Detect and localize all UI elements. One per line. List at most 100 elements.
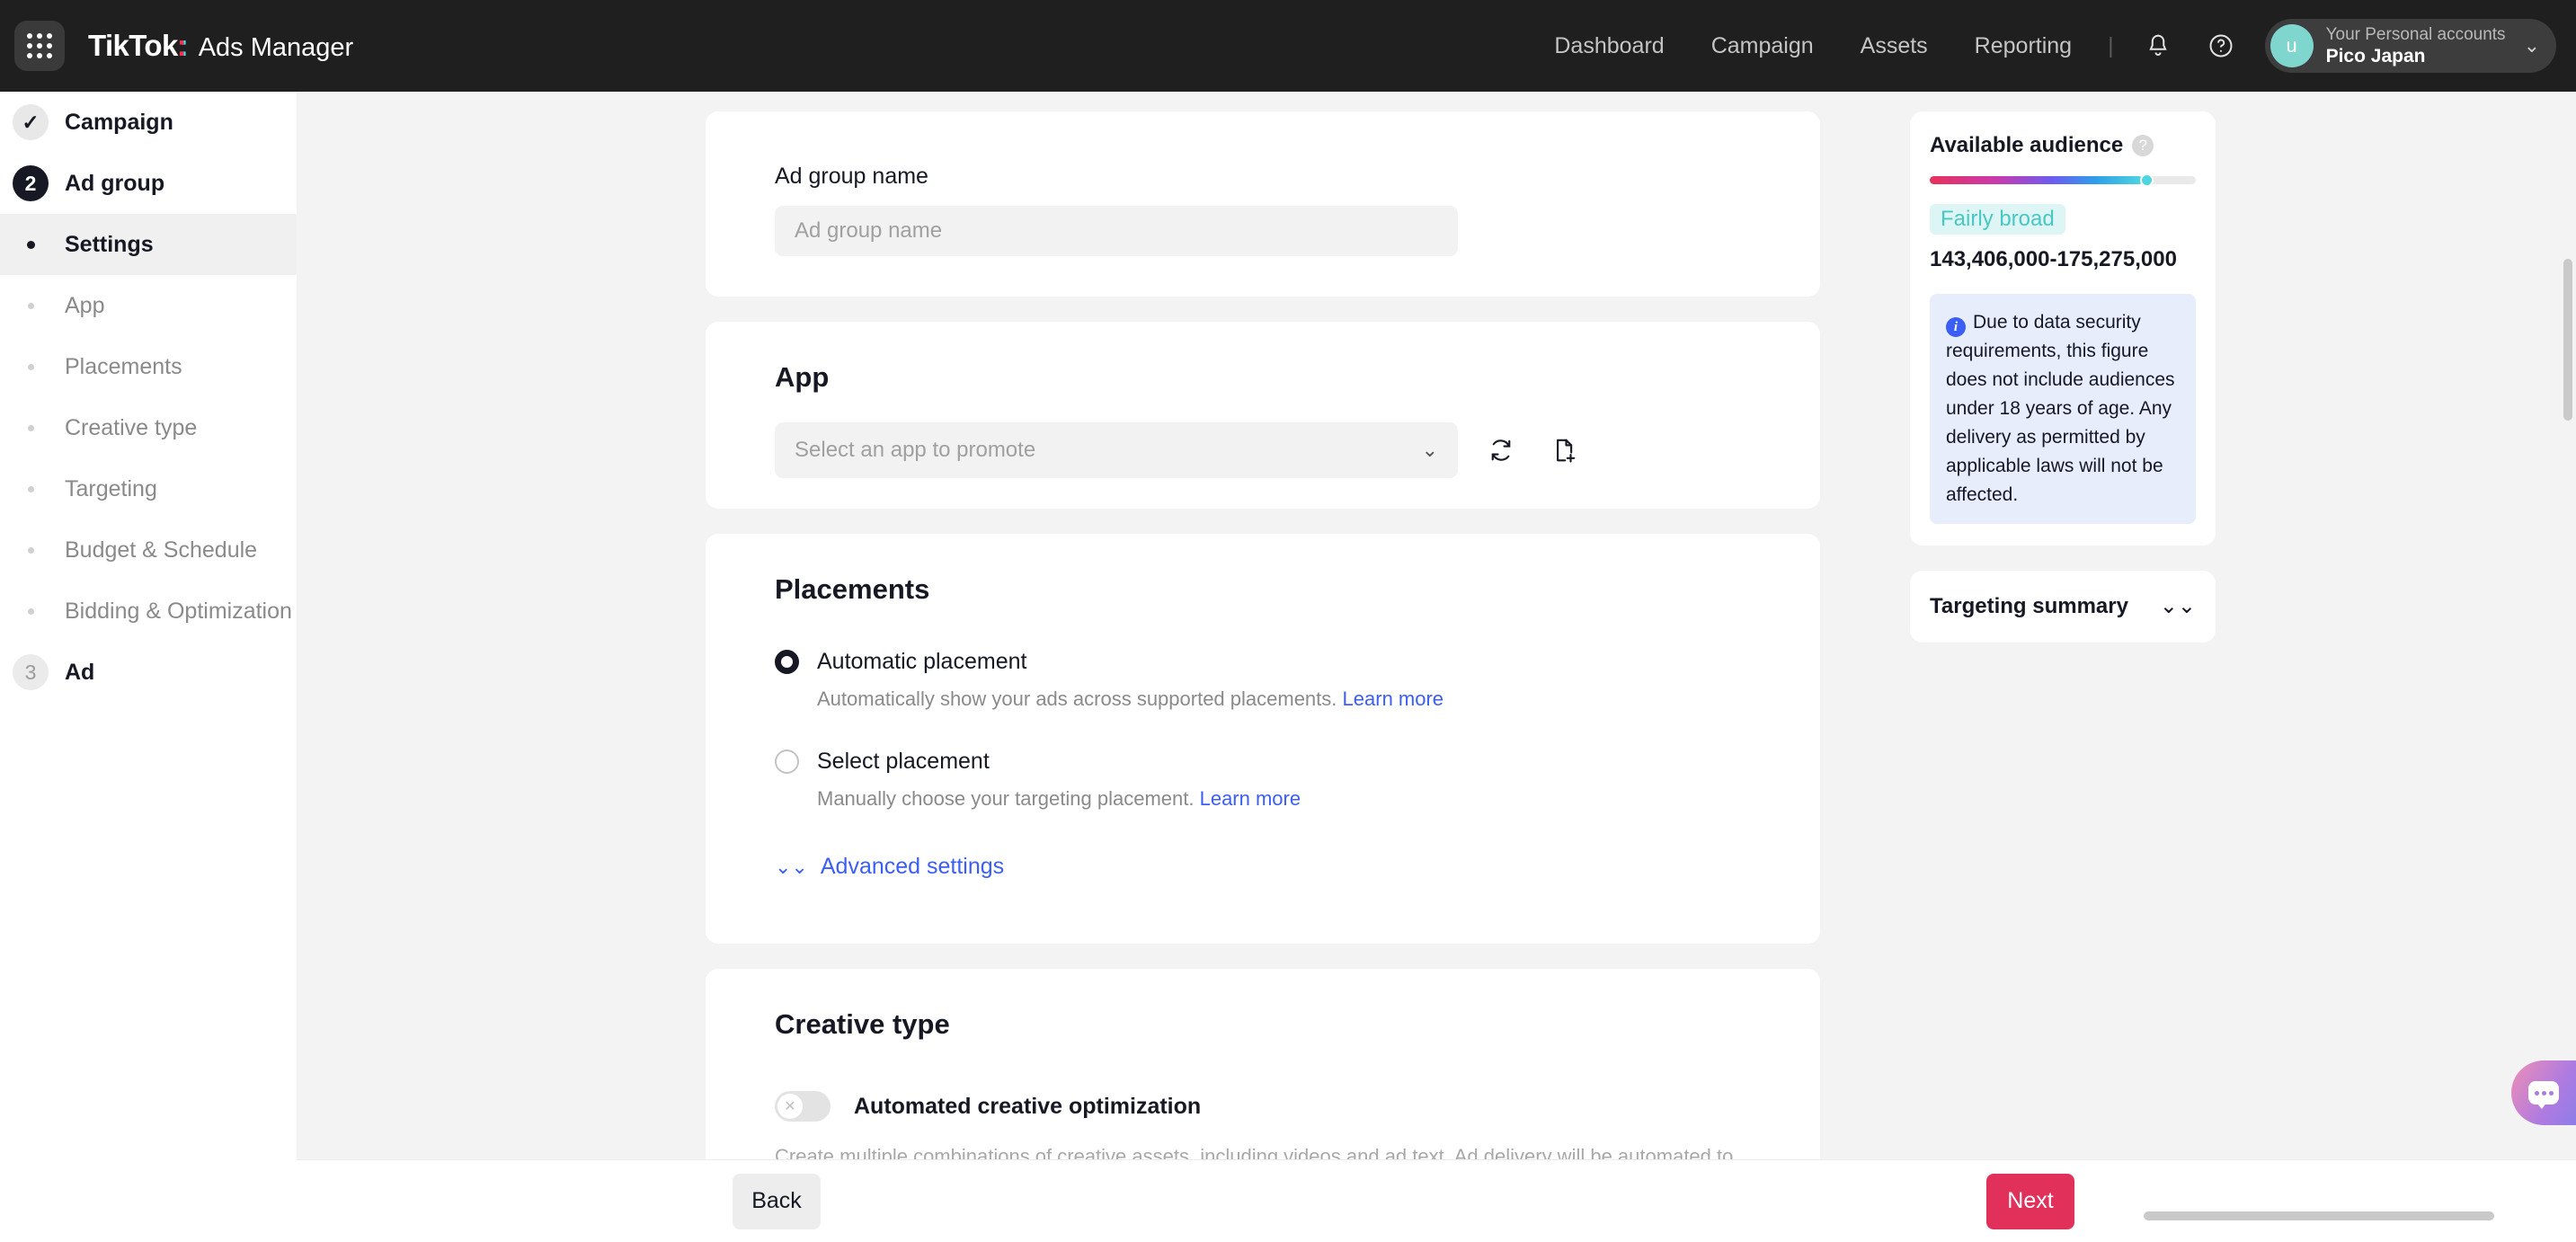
brand-name: TikTok [88, 29, 178, 62]
step-badge-ad: 3 [13, 654, 49, 690]
bullet-icon [26, 240, 35, 249]
sidebar-step-label-ad: Ad [65, 659, 95, 685]
chevron-down-icon: ⌄ [1421, 439, 1438, 461]
sidebar-item-label-creative-type: Creative type [65, 414, 198, 440]
back-button[interactable]: Back [733, 1173, 821, 1229]
placement-option-automatic[interactable]: Automatic placement [775, 649, 1751, 675]
wizard-footer-bar: Back Next [297, 1159, 2576, 1242]
automated-creative-optimization-row[interactable]: ✕ Automated creative optimization [775, 1091, 1751, 1122]
nav-item-campaign[interactable]: Campaign [1688, 33, 1837, 59]
toggle-knob-off-icon: ✕ [777, 1094, 803, 1119]
sidebar-item-app[interactable]: App [0, 275, 297, 336]
refresh-icon[interactable] [1481, 430, 1521, 470]
info-icon: i [1946, 317, 1966, 338]
placement-description-select: Manually choose your targeting placement… [817, 787, 1751, 811]
sidebar-item-label-budget-schedule: Budget & Schedule [65, 537, 258, 563]
sidebar-item-label-bidding-optimization: Bidding & Optimization [65, 598, 292, 624]
sidebar-item-label-placements: Placements [65, 353, 182, 379]
sidebar-item-label-app: App [65, 292, 105, 318]
sidebar-item-label-settings: Settings [65, 231, 154, 257]
data-security-notice-text: Due to data security requirements, this … [1946, 312, 2175, 505]
audience-breadth-badge: Fairly broad [1930, 204, 2065, 235]
placement-option-label-select: Select placement [817, 749, 990, 774]
sidebar-item-label-targeting: Targeting [65, 475, 157, 501]
vertical-scrollbar[interactable] [2563, 259, 2572, 421]
data-security-notice: i Due to data security requirements, this… [1930, 294, 2196, 524]
sidebar-step-ad-group[interactable]: 2 Ad group [0, 153, 297, 214]
wizard-sidebar: ✓ Campaign 2 Ad group Settings App Place… [0, 92, 297, 1242]
sidebar-step-label-campaign: Campaign [65, 109, 173, 135]
nav-divider: | [2108, 32, 2114, 58]
sidebar-item-budget-schedule[interactable]: Budget & Schedule [0, 519, 297, 581]
placement-desc-text-select: Manually choose your targeting placement… [817, 787, 1195, 810]
app-card: App Select an app to promote ⌄ [706, 322, 1820, 509]
chevron-double-down-icon: ⌄⌄ [775, 855, 808, 878]
app-section-title: App [775, 361, 830, 393]
help-question-icon[interactable]: ? [2132, 135, 2154, 156]
available-audience-title: Available audience [1930, 133, 2124, 157]
sidebar-step-campaign[interactable]: ✓ Campaign [0, 92, 297, 153]
ad-group-name-placeholder: Ad group name [795, 218, 943, 243]
apps-grid-icon[interactable] [14, 21, 65, 71]
placement-option-label-automatic: Automatic placement [817, 649, 1027, 674]
bullet-icon [27, 424, 34, 431]
next-button[interactable]: Next [1986, 1173, 2074, 1229]
app-select-placeholder: Select an app to promote [795, 438, 1036, 462]
audience-gauge-fill [1930, 176, 2143, 184]
sidebar-item-creative-type[interactable]: Creative type [0, 397, 297, 458]
advanced-settings-label: Advanced settings [820, 854, 1005, 879]
advanced-settings-toggle[interactable]: ⌄⌄ Advanced settings [775, 854, 1751, 880]
placement-option-select[interactable]: Select placement [775, 749, 1751, 775]
sidebar-item-bidding-optimization[interactable]: Bidding & Optimization [0, 581, 297, 642]
bullet-icon [27, 302, 34, 309]
sidebar-item-settings[interactable]: Settings [0, 214, 297, 275]
radio-automatic-placement[interactable] [775, 650, 799, 674]
nav-item-assets[interactable]: Assets [1837, 33, 1951, 59]
main-content-area: Ad group name Ad group name App Select a… [297, 92, 2576, 1242]
account-switcher[interactable]: u Your Personal accounts Pico Japan ⌄ [2264, 19, 2556, 73]
help-question-icon[interactable] [2197, 22, 2245, 70]
automated-creative-optimization-toggle[interactable]: ✕ [775, 1091, 831, 1122]
sidebar-item-targeting[interactable]: Targeting [0, 458, 297, 519]
chat-bubble-icon[interactable] [2511, 1060, 2576, 1125]
brand-product-name: Ads Manager [198, 33, 354, 62]
account-name-label: Pico Japan [2325, 45, 2426, 67]
bullet-icon [27, 608, 34, 615]
step-badge-campaign: ✓ [13, 104, 49, 140]
learn-more-link-automatic[interactable]: Learn more [1343, 688, 1444, 710]
step-badge-ad-group: 2 [13, 165, 49, 201]
placements-card: Placements Automatic placement Automatic… [706, 534, 1820, 944]
bullet-icon [27, 485, 34, 492]
ad-group-name-card: Ad group name Ad group name [706, 111, 1820, 297]
notification-bell-icon[interactable] [2134, 22, 2182, 70]
radio-select-placement[interactable] [775, 750, 799, 774]
primary-nav: Dashboard Campaign Assets Reporting | u … [1531, 19, 2576, 73]
nav-item-dashboard[interactable]: Dashboard [1531, 33, 1687, 59]
add-document-icon[interactable] [1544, 430, 1584, 470]
right-side-panel: Available audience ? Fairly broad 143,40… [1910, 111, 2216, 643]
horizontal-scrollbar[interactable] [2144, 1211, 2494, 1220]
account-type-label: Your Personal accounts [2325, 24, 2506, 44]
placements-section-title: Placements [775, 573, 930, 605]
app-select[interactable]: Select an app to promote ⌄ [775, 422, 1458, 478]
avatar: u [2270, 24, 2314, 67]
brand-logo[interactable]: TikTok : Ads Manager [88, 29, 353, 63]
automated-creative-optimization-label: Automated creative optimization [854, 1093, 1202, 1119]
nav-item-reporting[interactable]: Reporting [1951, 33, 2095, 59]
sidebar-step-label-ad-group: Ad group [65, 170, 165, 196]
targeting-summary-title: Targeting summary [1930, 593, 2128, 618]
chevron-down-icon: ⌄ [2523, 34, 2540, 57]
targeting-summary-card[interactable]: Targeting summary ⌄⌄ [1910, 570, 2216, 643]
brand-colon-icon: : [177, 29, 189, 63]
placement-description-automatic: Automatically show your ads across suppo… [817, 688, 1751, 711]
bullet-icon [27, 546, 34, 554]
top-header-bar: TikTok : Ads Manager Dashboard Campaign … [0, 0, 2576, 92]
placement-desc-text-automatic: Automatically show your ads across suppo… [817, 688, 1337, 710]
audience-size-estimate: 143,406,000-175,275,000 [1930, 247, 2177, 271]
bullet-icon [27, 363, 34, 370]
learn-more-link-select[interactable]: Learn more [1200, 787, 1301, 810]
sidebar-step-ad[interactable]: 3 Ad [0, 642, 297, 703]
ad-group-name-input[interactable]: Ad group name [775, 206, 1458, 256]
sidebar-item-placements[interactable]: Placements [0, 336, 297, 397]
creative-type-section-title: Creative type [775, 1008, 950, 1040]
